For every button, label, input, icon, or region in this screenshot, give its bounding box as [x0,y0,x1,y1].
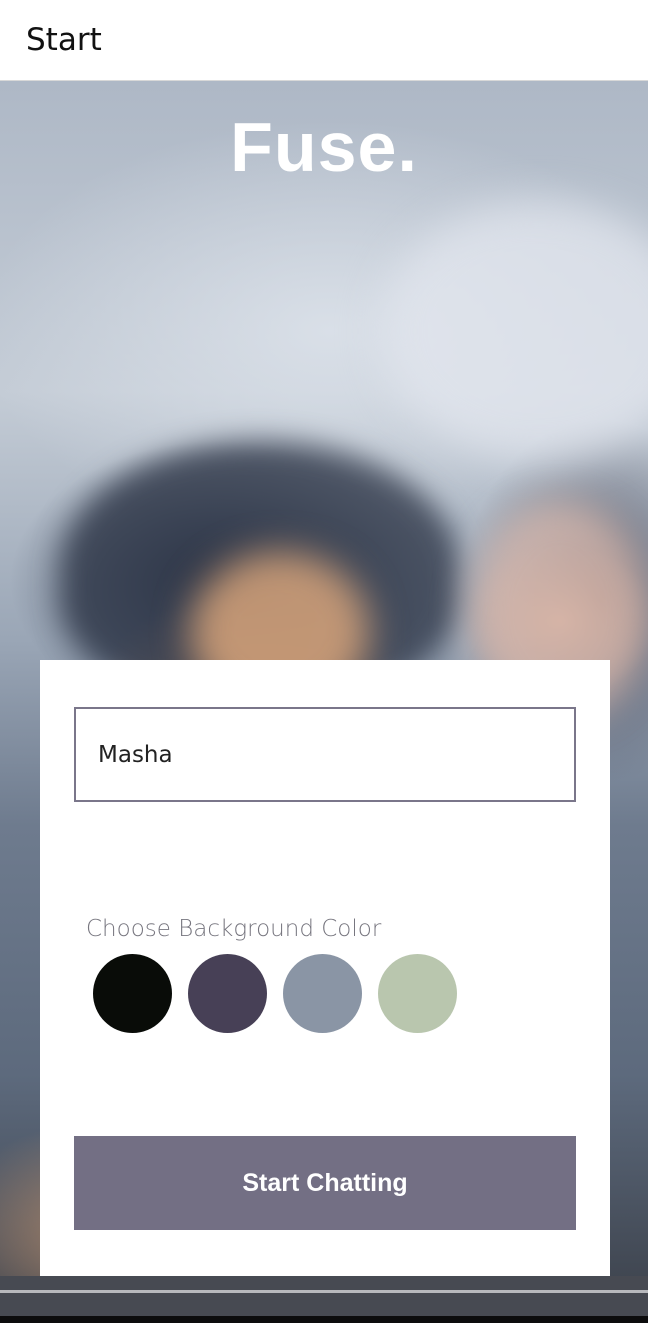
screen-bottom-edge [0,1316,648,1323]
color-picker-label: Choose Background Color [86,916,382,942]
color-swatch-grey-blue[interactable] [283,954,362,1033]
start-screen: Start Fuse. Choose Background Color Star… [0,0,648,1323]
bottom-bar [0,1276,648,1316]
color-swatch-purple[interactable] [188,954,267,1033]
start-form-card: Choose Background Color Start Chatting [40,660,610,1276]
color-swatch-black[interactable] [93,954,172,1033]
app-title: Fuse. [230,108,418,186]
bottom-divider [0,1290,648,1293]
app-header: Start [0,0,648,81]
color-swatch-green[interactable] [378,954,457,1033]
color-swatches [93,954,457,1033]
header-title: Start [26,22,102,58]
start-chatting-button[interactable]: Start Chatting [74,1136,576,1230]
name-input[interactable] [74,707,576,802]
background-light-blur [380,201,648,461]
